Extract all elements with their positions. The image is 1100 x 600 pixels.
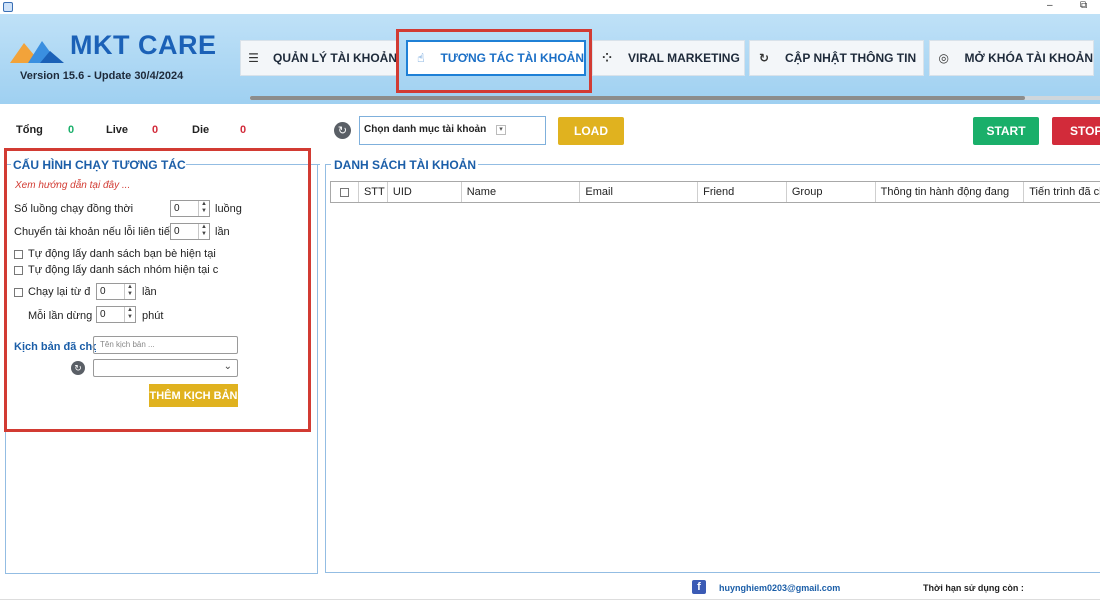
- tab-label: QUẢN LÝ TÀI KHOẢN: [273, 51, 397, 65]
- active-tab-highlight: [396, 29, 592, 93]
- app-logo: MKT CARE Version 15.6 - Update 30/4/2024: [8, 30, 238, 100]
- column-header[interactable]: Friend: [698, 182, 787, 202]
- group-border: [325, 164, 331, 165]
- chevron-down-icon[interactable]: ▾: [496, 125, 506, 135]
- load-button[interactable]: LOAD: [558, 117, 624, 145]
- tab-label: MỞ KHÓA TÀI KHOẢN: [964, 51, 1093, 65]
- stop-button[interactable]: STOP: [1052, 117, 1100, 145]
- column-header[interactable]: Email: [580, 182, 699, 202]
- tab-unlock-account[interactable]: ◎ MỞ KHÓA TÀI KHOẢN: [929, 40, 1094, 76]
- accounts-title: DANH SÁCH TÀI KHOẢN: [334, 158, 476, 172]
- version-info: Version 15.6 - Update 30/4/2024: [20, 70, 184, 82]
- grid-apps-icon: ⁘: [601, 51, 613, 65]
- column-header[interactable]: STT: [359, 182, 388, 202]
- app-brand: MKT CARE: [70, 30, 217, 60]
- total-label: Tổng: [16, 124, 43, 136]
- select-all-cell: [331, 182, 359, 202]
- tab-viral-marketing[interactable]: ⁘ VIRAL MARKETING: [592, 40, 745, 76]
- fingerprint-icon: ◎: [938, 51, 950, 65]
- die-label: Die: [192, 124, 210, 136]
- column-header[interactable]: Group: [787, 182, 876, 202]
- main-tabbar: ☰ QUẢN LÝ TÀI KHOẢN ☝ TƯƠNG TÁC TÀI KHOẢ…: [240, 40, 1100, 92]
- refresh-categories-icon[interactable]: ↻: [334, 122, 351, 139]
- accounts-group: [325, 164, 1100, 573]
- column-header[interactable]: Tiến trình đã chạy: [1024, 182, 1100, 202]
- app-icon: [3, 2, 13, 12]
- refresh-user-icon: ↻: [758, 51, 770, 65]
- start-button[interactable]: START: [973, 117, 1039, 145]
- column-header[interactable]: Name: [462, 182, 581, 202]
- category-select-value: Chọn danh mục tài khoản: [364, 124, 487, 135]
- column-header[interactable]: UID: [388, 182, 462, 202]
- total-count: 0: [68, 124, 75, 136]
- support-email[interactable]: huynghiem0203@gmail.com: [719, 583, 840, 593]
- select-all-checkbox[interactable]: [339, 187, 349, 197]
- tab-account-management[interactable]: ☰ QUẢN LÝ TÀI KHOẢN: [240, 40, 398, 76]
- die-count: 0: [240, 124, 247, 136]
- window-titlebar: – ⧉: [0, 0, 1100, 14]
- list-icon: ☰: [248, 51, 259, 65]
- logo-mountain-icon: [10, 41, 64, 63]
- category-select[interactable]: Chọn danh mục tài khoản ▾: [359, 116, 546, 145]
- expiry-label: Thời hạn sử dụng còn :: [923, 583, 1024, 593]
- column-header[interactable]: Thông tin hành động đang: [876, 182, 1025, 202]
- tab-label: VIRAL MARKETING: [628, 51, 740, 65]
- tab-update-info[interactable]: ↻ CẬP NHẬT THÔNG TIN: [749, 40, 924, 76]
- live-label: Live: [106, 124, 129, 136]
- tab-scrollbar-thumb[interactable]: [250, 96, 1025, 100]
- accounts-table-header: STT UID Name Email Friend Group Thông ti…: [330, 181, 1100, 203]
- minimize-icon[interactable]: –: [1047, 0, 1053, 12]
- config-highlight: [4, 148, 311, 432]
- group-border: [478, 164, 1100, 165]
- restore-icon[interactable]: ⧉: [1080, 0, 1087, 12]
- tab-label: CẬP NHẬT THÔNG TIN: [785, 51, 917, 65]
- live-count: 0: [152, 124, 159, 136]
- facebook-icon[interactable]: f: [692, 580, 706, 594]
